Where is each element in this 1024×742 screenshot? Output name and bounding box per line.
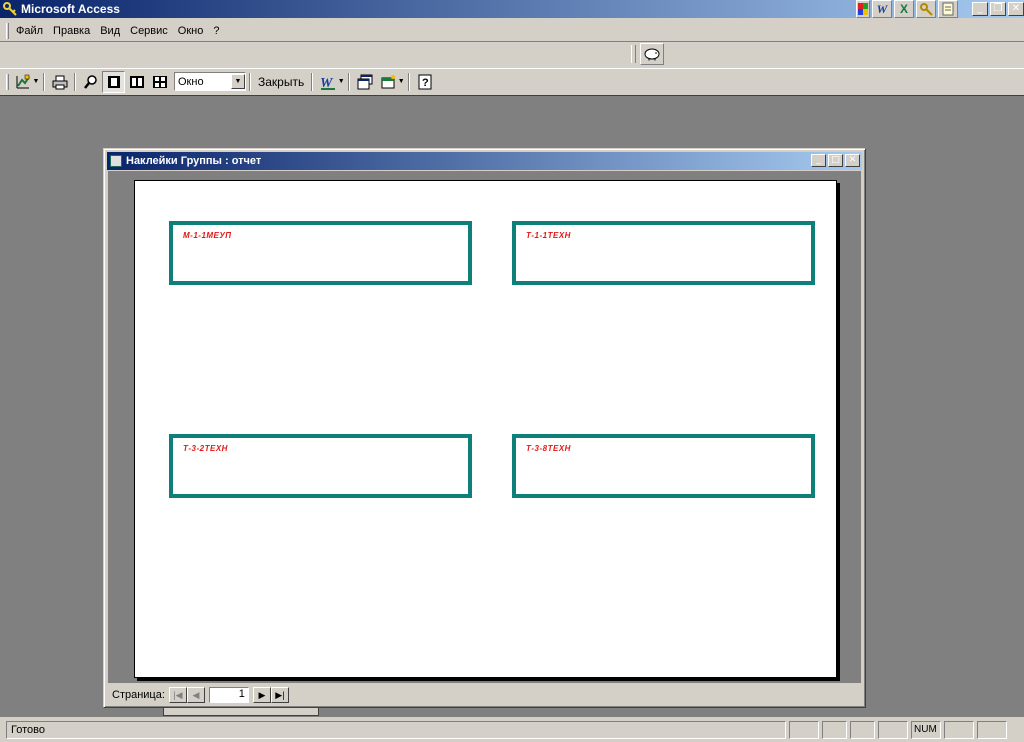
svg-text:W: W xyxy=(320,76,334,90)
label-text: Т-1-1ТЕХН xyxy=(526,231,571,240)
toolbar-separator xyxy=(348,72,351,91)
status-cell xyxy=(977,720,1007,739)
menu-view[interactable]: Вид xyxy=(95,25,125,37)
report-window: Наклейки Группы : отчет _ □ ✕ М-1-1МЕУП … xyxy=(103,148,866,708)
database-window-icon[interactable] xyxy=(353,71,376,93)
one-page-icon[interactable] xyxy=(102,70,125,93)
menu-window[interactable]: Окно xyxy=(173,25,209,37)
label-text: Т-3-8ТЕХН xyxy=(526,444,571,453)
report-window-titlebar[interactable]: Наклейки Группы : отчет _ □ ✕ xyxy=(107,152,862,170)
piggy-bank-icon[interactable] xyxy=(640,43,664,65)
help-icon[interactable]: ? xyxy=(413,71,436,93)
num-lock-indicator: NUM xyxy=(911,720,941,739)
access-icon[interactable] xyxy=(916,0,936,18)
app-title: Microsoft Access xyxy=(21,2,120,16)
first-page-icon[interactable]: |◀ xyxy=(168,687,187,703)
status-cell xyxy=(878,720,908,739)
status-cell xyxy=(850,720,875,739)
office-links-dropdown-icon[interactable]: ▼ xyxy=(337,78,345,85)
titlebar-tray: W X _ ❐ ✕ xyxy=(854,0,1024,18)
close-icon[interactable]: ✕ xyxy=(1008,2,1024,16)
zoom-select[interactable]: Окно ▼ xyxy=(174,72,246,91)
page-label: Страница: xyxy=(112,689,165,701)
page-number-field[interactable]: 1 xyxy=(208,687,249,703)
office-shortcut-icon[interactable] xyxy=(856,0,870,18)
status-text: Готово xyxy=(6,720,786,739)
menu-file[interactable]: Файл xyxy=(11,25,48,37)
label-text: М-1-1МЕУП xyxy=(183,231,232,240)
two-pages-icon[interactable] xyxy=(125,71,148,93)
mailing-label: Т-3-8ТЕХН xyxy=(512,434,815,498)
access-key-icon xyxy=(3,2,17,16)
status-cell xyxy=(789,720,819,739)
excel-icon[interactable]: X xyxy=(894,0,914,18)
note-icon[interactable] xyxy=(938,0,958,18)
minimize-icon[interactable]: _ xyxy=(811,154,826,167)
report-window-title: Наклейки Группы : отчет xyxy=(126,155,262,167)
chevron-down-icon[interactable]: ▼ xyxy=(231,74,245,89)
toolbar-separator xyxy=(43,72,45,91)
menu-grip[interactable] xyxy=(6,22,9,39)
word-icon[interactable]: W xyxy=(872,0,892,18)
office-links-icon[interactable]: W xyxy=(316,71,339,93)
toolbar-grip[interactable] xyxy=(631,45,636,63)
report-icon xyxy=(110,155,122,167)
label-text: Т-3-2ТЕХН xyxy=(183,444,228,453)
restore-icon[interactable]: ❐ xyxy=(990,2,1006,16)
report-window-controls: _ □ ✕ xyxy=(809,154,860,167)
next-page-icon[interactable]: ▶ xyxy=(252,687,271,703)
menu-bar: Файл Правка Вид Сервис Окно ? xyxy=(0,20,1024,42)
menu-tools[interactable]: Сервис xyxy=(125,25,173,37)
close-button[interactable]: Закрыть xyxy=(254,75,308,89)
toolbar-separator xyxy=(311,72,314,91)
mailing-label: М-1-1МЕУП xyxy=(169,221,472,285)
zoom-icon[interactable] xyxy=(79,71,102,93)
print-preview-toolbar: ▼ Окно ▼ Закрыть W ▼ ▼ ? xyxy=(0,68,1024,94)
mailing-label: Т-3-2ТЕХН xyxy=(169,434,472,498)
close-icon[interactable]: ✕ xyxy=(845,154,860,167)
zoom-value: Окно xyxy=(178,75,204,88)
multiple-pages-icon[interactable] xyxy=(148,71,171,93)
toolbar-grip[interactable] xyxy=(6,73,9,90)
last-page-icon[interactable]: ▶| xyxy=(270,687,289,703)
new-object-dropdown-icon[interactable]: ▼ xyxy=(397,78,405,85)
print-icon[interactable] xyxy=(48,71,71,93)
status-cell xyxy=(944,720,974,739)
secondary-toolbar xyxy=(0,43,1024,67)
toolbar-separator xyxy=(74,72,76,91)
status-bar: Готово NUM xyxy=(0,717,1024,742)
mailing-label: Т-1-1ТЕХН xyxy=(512,221,815,285)
toolbar-separator xyxy=(249,72,251,91)
menu-help[interactable]: ? xyxy=(208,25,224,37)
view-design-icon[interactable] xyxy=(11,71,34,93)
report-page[interactable]: М-1-1МЕУП Т-1-1ТЕХН Т-3-2ТЕХН Т-3-8ТЕХН xyxy=(134,180,837,678)
previous-page-icon[interactable]: ◀ xyxy=(186,687,205,703)
print-preview-area: М-1-1МЕУП Т-1-1ТЕХН Т-3-2ТЕХН Т-3-8ТЕХН xyxy=(108,171,861,683)
app-titlebar: Microsoft Access W X _ ❐ ✕ xyxy=(0,0,1024,18)
maximize-icon[interactable]: □ xyxy=(828,154,843,167)
status-cell xyxy=(822,720,847,739)
page-navigation: Страница: |◀ ◀ 1 ▶ ▶| xyxy=(108,685,861,705)
view-dropdown-icon[interactable]: ▼ xyxy=(32,78,40,85)
new-object-icon[interactable] xyxy=(376,71,399,93)
minimize-icon[interactable]: _ xyxy=(972,2,988,16)
menu-edit[interactable]: Правка xyxy=(48,25,95,37)
svg-text:?: ? xyxy=(422,77,429,89)
toolbar-separator xyxy=(408,72,411,91)
